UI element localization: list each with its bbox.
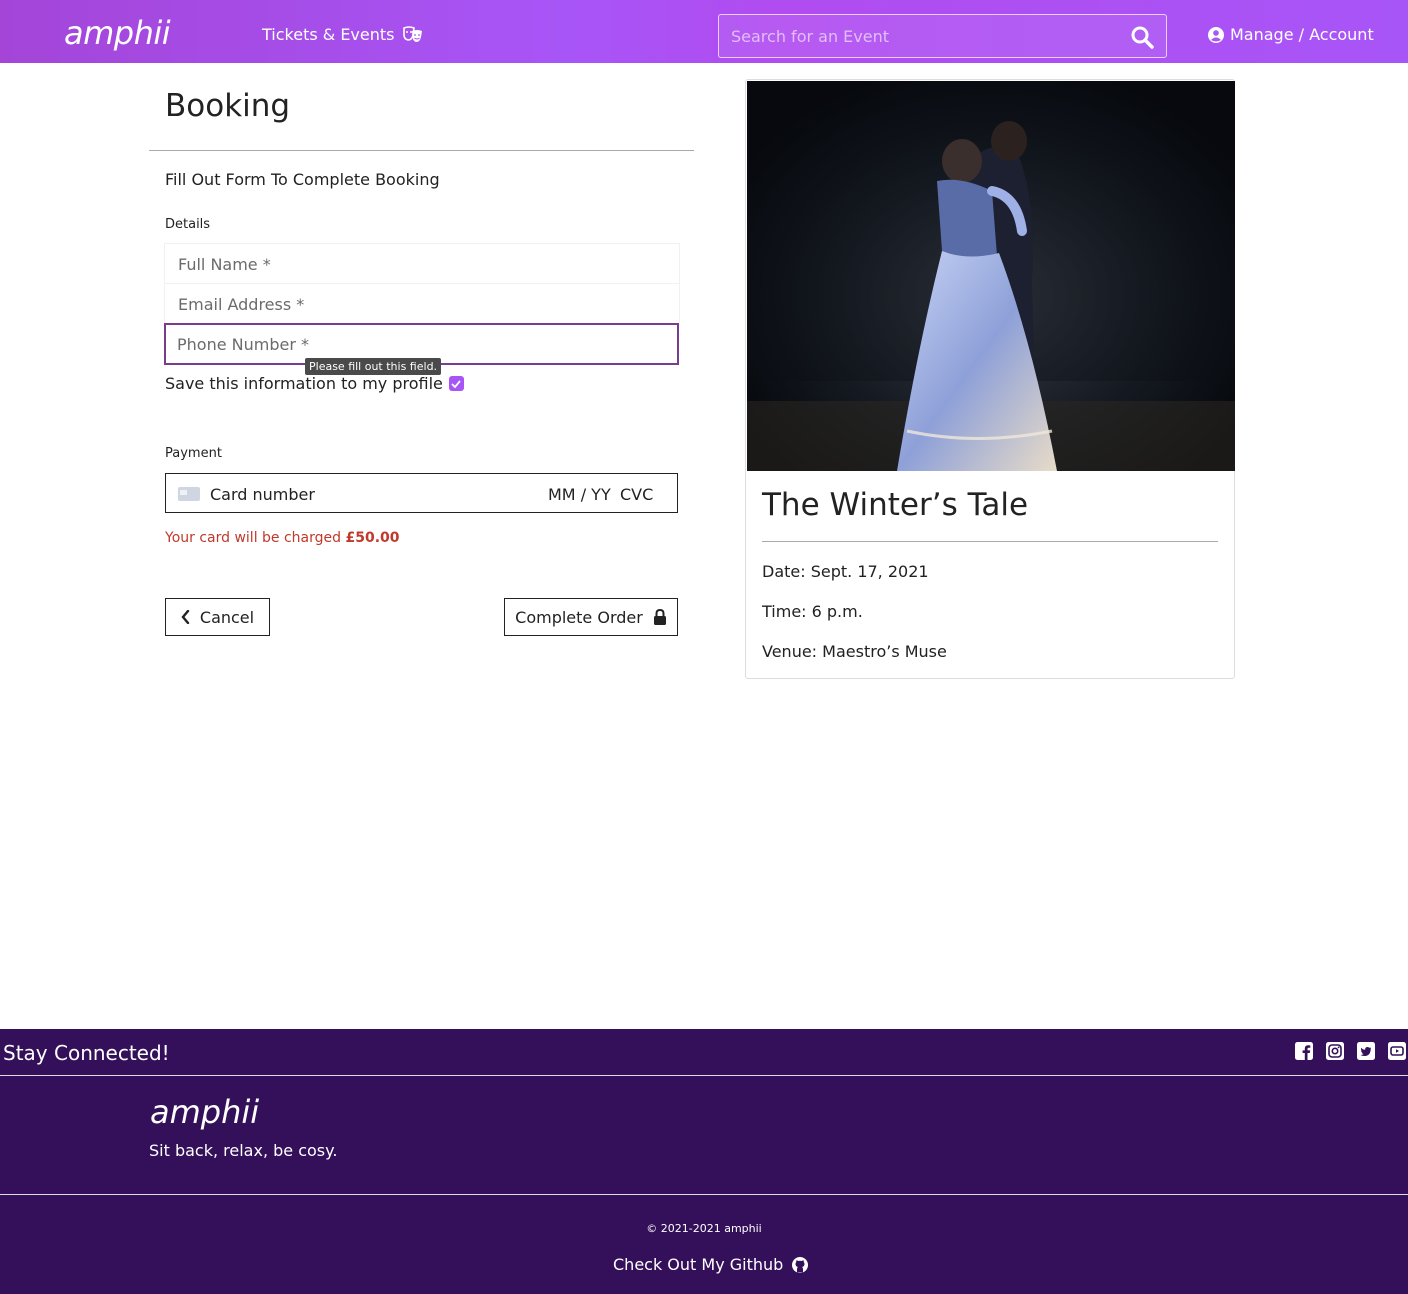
footer-divider-top xyxy=(0,1075,1408,1076)
card-number-field[interactable]: Card number xyxy=(210,485,315,504)
twitter-icon[interactable] xyxy=(1357,1042,1375,1060)
charge-notice: Your card will be charged £50.00 xyxy=(165,530,400,546)
event-divider xyxy=(762,541,1218,542)
title-divider xyxy=(149,150,694,151)
youtube-icon[interactable] xyxy=(1388,1042,1406,1060)
event-title: The Winter’s Tale xyxy=(762,487,1029,523)
lock-icon xyxy=(653,609,666,625)
nav-tickets-events[interactable]: Tickets & Events xyxy=(262,25,423,44)
instagram-icon[interactable] xyxy=(1326,1042,1344,1060)
validation-tooltip: Please fill out this field. xyxy=(305,358,442,375)
save-profile-checkbox[interactable] xyxy=(448,376,464,391)
github-label: Check Out My Github xyxy=(613,1255,784,1274)
account-menu[interactable]: Manage / Account xyxy=(1208,25,1374,44)
card-expiry-field[interactable]: MM / YY xyxy=(548,485,611,504)
chevron-left-icon xyxy=(181,610,190,624)
event-time: Time: 6 p.m. xyxy=(762,602,863,621)
search-input[interactable] xyxy=(719,15,1119,57)
payment-label: Payment xyxy=(165,446,222,461)
footer-brand-logo: amphii xyxy=(150,1093,260,1131)
event-card: The Winter’s Tale Date: Sept. 17, 2021 T… xyxy=(745,79,1235,679)
stay-connected-heading: Stay Connected! xyxy=(3,1041,170,1065)
navbar: amphii Tickets & Events Manage / Account xyxy=(0,0,1408,63)
facebook-icon[interactable] xyxy=(1295,1042,1313,1060)
copyright: © 2021-2021 amphii xyxy=(646,1222,762,1235)
page-title: Booking xyxy=(165,88,291,124)
save-profile-label: Save this information to my profile xyxy=(165,374,443,393)
nav-tickets-events-label: Tickets & Events xyxy=(262,25,395,44)
charge-amount: £50.00 xyxy=(345,530,400,546)
footer-tagline: Sit back, relax, be cosy. xyxy=(149,1141,338,1160)
credit-card-icon xyxy=(178,487,200,501)
search-box xyxy=(718,14,1167,58)
cancel-label: Cancel xyxy=(199,607,255,627)
complete-order-button[interactable]: Complete Order xyxy=(504,598,678,636)
card-input[interactable]: Card number MM / YY CVC xyxy=(165,473,678,513)
event-image xyxy=(747,81,1235,471)
account-label: Manage / Account xyxy=(1230,25,1374,44)
check-icon xyxy=(451,379,462,388)
cancel-button[interactable]: Cancel xyxy=(165,598,270,636)
brand-logo[interactable]: amphii xyxy=(64,14,171,52)
github-link[interactable]: Check Out My Github xyxy=(613,1255,809,1274)
social-links xyxy=(1295,1042,1406,1060)
card-cvc-field[interactable]: CVC xyxy=(620,485,653,504)
event-date: Date: Sept. 17, 2021 xyxy=(762,562,929,581)
footer-divider-bottom xyxy=(0,1194,1408,1195)
form-intro: Fill Out Form To Complete Booking xyxy=(165,170,440,189)
theater-masks-icon xyxy=(402,25,422,42)
footer: Stay Connected! amphii Sit back, relax, … xyxy=(0,1029,1408,1294)
full-name-field[interactable] xyxy=(165,244,679,284)
event-venue: Venue: Maestro’s Muse xyxy=(762,642,947,661)
email-field[interactable] xyxy=(165,284,679,324)
user-circle-icon xyxy=(1208,26,1224,43)
complete-order-label: Complete Order xyxy=(515,607,643,627)
search-icon[interactable] xyxy=(1130,25,1154,49)
save-profile-row: Save this information to my profile xyxy=(165,374,464,393)
details-label: Details xyxy=(165,217,211,232)
github-icon xyxy=(792,1256,809,1273)
charge-text: Your card will be charged xyxy=(165,530,346,546)
